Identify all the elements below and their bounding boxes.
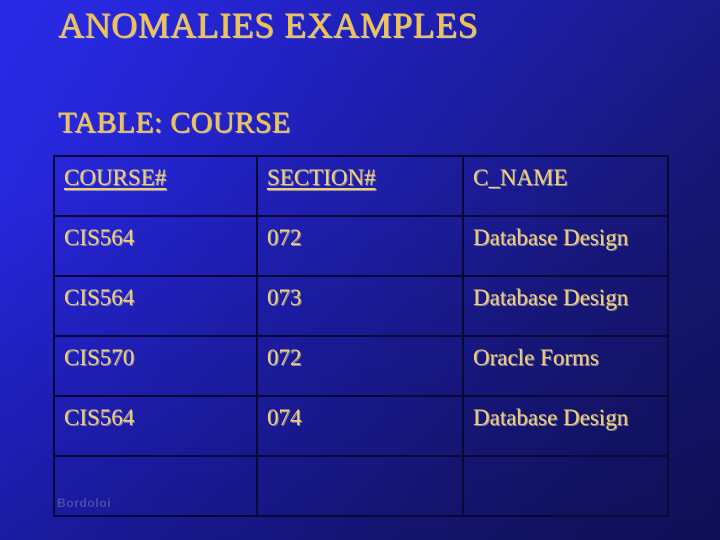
cell-course-name: Database Design: [462, 395, 669, 457]
cell-section-number: [256, 455, 464, 517]
cell-section-number: 072: [256, 335, 464, 397]
cell-course-number: CIS564: [53, 275, 258, 337]
column-header-section-number-label: SECTION#: [267, 165, 376, 190]
slide-footer-author: Bordoloi: [57, 496, 112, 510]
column-header-course-name-label: C_NAME: [473, 165, 568, 190]
course-table: COURSE# SECTION# C_NAME CIS564 072 Datab…: [53, 155, 669, 517]
cell-course-number: CIS564: [53, 215, 258, 277]
presentation-slide: ANOMALIES EXAMPLES TABLE: COURSE COURSE#…: [0, 0, 720, 540]
table-caption: TABLE: COURSE: [58, 106, 291, 139]
table-row-empty: [53, 455, 669, 517]
slide-content: ANOMALIES EXAMPLES TABLE: COURSE COURSE#…: [0, 0, 720, 540]
column-header-course-number-label: COURSE#: [64, 165, 167, 190]
cell-course-name: Database Design: [462, 275, 669, 337]
table-row: CIS564 074 Database Design: [53, 395, 669, 457]
slide-title: ANOMALIES EXAMPLES: [58, 5, 479, 45]
column-header-section-number: SECTION#: [256, 155, 464, 217]
cell-course-name: Database Design: [462, 215, 669, 277]
cell-course-number: CIS570: [53, 335, 258, 397]
column-header-course-name: C_NAME: [462, 155, 669, 217]
column-header-course-number: COURSE#: [53, 155, 258, 217]
cell-section-number: 072: [256, 215, 464, 277]
table-header-row: COURSE# SECTION# C_NAME: [53, 155, 669, 217]
table-row: CIS570 072 Oracle Forms: [53, 335, 669, 397]
cell-section-number: 074: [256, 395, 464, 457]
cell-course-name: Oracle Forms: [462, 335, 669, 397]
cell-course-number: CIS564: [53, 395, 258, 457]
cell-section-number: 073: [256, 275, 464, 337]
cell-course-name: [462, 455, 669, 517]
table-row: CIS564 072 Database Design: [53, 215, 669, 277]
table-row: CIS564 073 Database Design: [53, 275, 669, 337]
